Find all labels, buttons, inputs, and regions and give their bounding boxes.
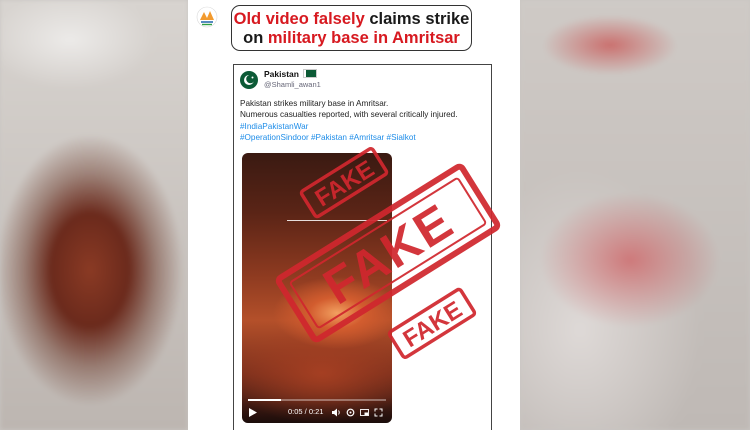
account-handle[interactable]: @Shamli_awan1 — [264, 80, 321, 89]
picture-in-picture-icon[interactable] — [360, 408, 369, 417]
video-time: 0:05 / 0:21 — [288, 407, 324, 416]
blurred-background-right — [520, 0, 750, 430]
play-icon[interactable] — [249, 408, 257, 417]
video-progress-bar[interactable] — [248, 399, 386, 401]
volume-icon[interactable] — [332, 408, 341, 417]
fullscreen-icon[interactable] — [374, 408, 383, 417]
tweet-line: Numerous casualties reported, with sever… — [240, 110, 458, 120]
avatar[interactable] — [240, 71, 258, 89]
stamp-bottom-badge: FAKE — [387, 287, 477, 359]
fake-stamp: FAKE FAKE FAKE — [275, 147, 501, 359]
headline-box: Old video falsely claims strike on milit… — [231, 5, 472, 51]
headline-line-1: Old video falsely claims strike — [232, 10, 471, 29]
crescent-star-icon — [244, 74, 255, 85]
video-controls: 0:05 / 0:21 — [242, 397, 392, 423]
headline-text: on — [243, 29, 268, 47]
headline-text: claims strike — [364, 10, 470, 28]
stamp-top-badge: FAKE — [299, 147, 389, 219]
blurred-background-left — [0, 0, 188, 430]
stamp-center-band: FAKE — [275, 163, 501, 343]
settings-gear-icon[interactable] — [346, 408, 355, 417]
video-progress-fill — [248, 399, 282, 401]
headline-red-text: military base in Amritsar — [267, 29, 460, 47]
headline-line-2: on military base in Amritsar — [232, 29, 471, 48]
pakistan-flag-icon — [303, 69, 317, 78]
account-name[interactable]: Pakistan — [264, 69, 299, 79]
fact-check-card: Old video falsely claims strike on milit… — [188, 0, 520, 430]
tweet-line: Pakistan strikes military base in Amrits… — [240, 99, 389, 108]
pib-logo-icon — [196, 6, 218, 28]
headline-red-text: Old video falsely — [233, 10, 365, 28]
